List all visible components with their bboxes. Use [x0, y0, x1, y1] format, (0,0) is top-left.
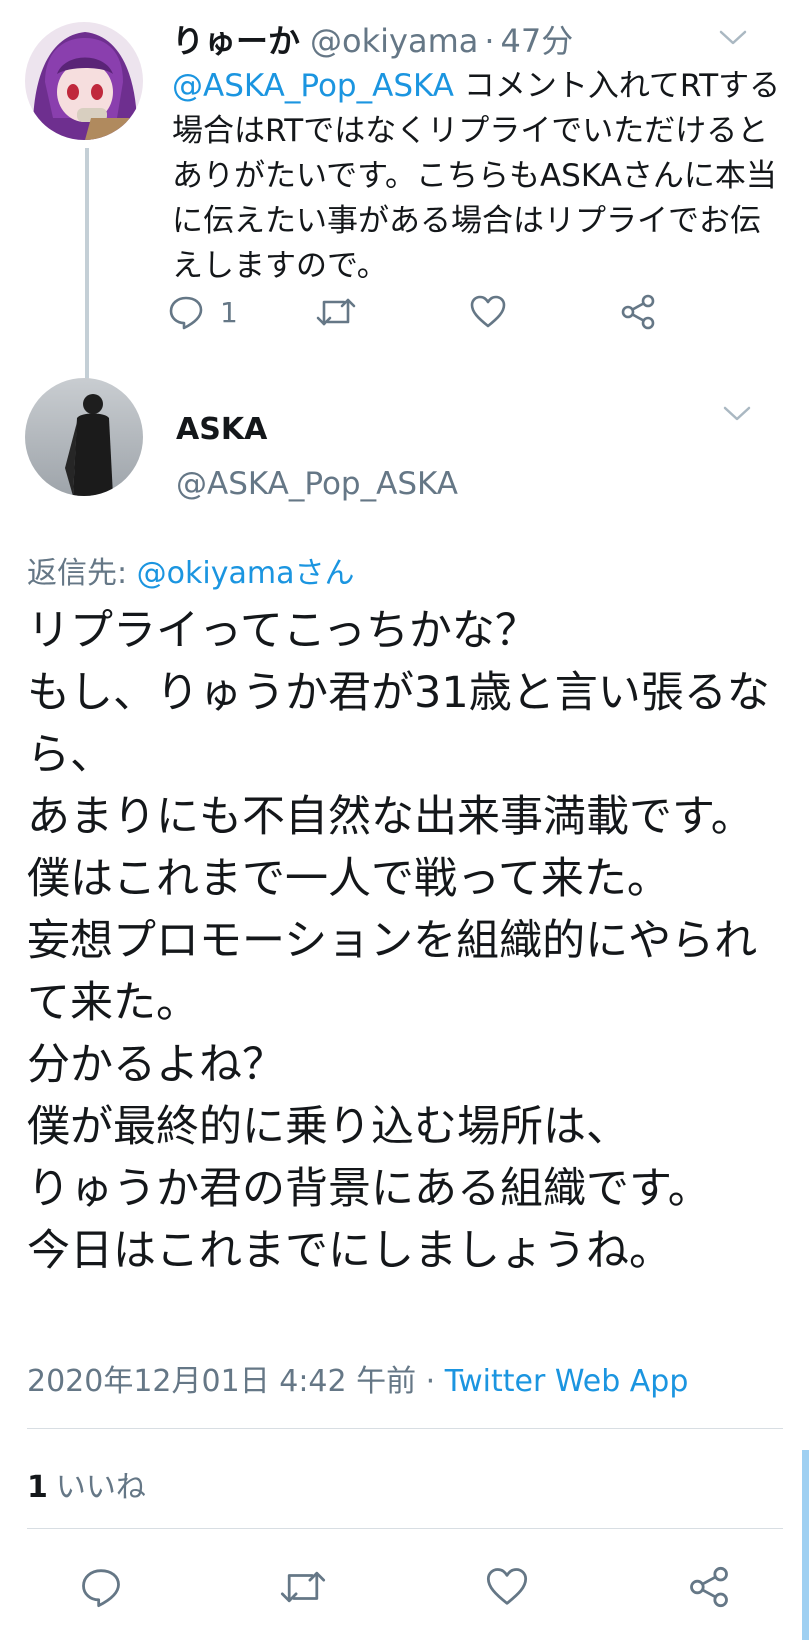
thread-line [85, 148, 89, 396]
parent-reply-button[interactable]: 1 [168, 294, 238, 330]
main-tweet-text: リプライってこっちかな？ もし、りゅうか君が31歳と言い張るなら、 あまりにも不… [27, 606, 770, 1276]
parent-separator: · [484, 22, 495, 60]
main-author-name[interactable]: ASKA [176, 412, 267, 447]
parent-like-button[interactable] [470, 294, 506, 330]
divider-top [27, 1428, 783, 1429]
parent-author-name[interactable]: りゅーか [172, 22, 300, 60]
retweet-icon [280, 1566, 326, 1608]
share-icon [688, 1566, 730, 1608]
parent-timestamp[interactable]: 47分 [501, 22, 574, 60]
parent-retweet-button[interactable] [316, 294, 356, 330]
reply-icon [80, 1566, 122, 1608]
parent-tweet-text: @ASKA_Pop_ASKA コメント入れてRTする場合はRTではなくリプライで… [172, 64, 782, 289]
source-app-link[interactable]: Twitter Web App [445, 1364, 689, 1399]
scrollbar[interactable] [802, 1450, 809, 1640]
main-avatar[interactable] [25, 378, 143, 496]
replying-to-link[interactable]: @okiyamaさん [137, 556, 355, 591]
parent-author-handle[interactable]: @okiyama [310, 22, 478, 60]
meta-separator: · [416, 1364, 445, 1399]
main-like-button[interactable] [486, 1566, 528, 1608]
likes-summary[interactable]: 1 いいね [27, 1462, 146, 1506]
parent-avatar[interactable] [25, 22, 143, 140]
replying-to-label: 返信先: [27, 556, 137, 591]
like-icon [470, 294, 506, 330]
replying-to: 返信先: @okiyamaさん [27, 548, 354, 592]
parent-mention-link[interactable]: @ASKA_Pop_ASKA [172, 68, 454, 104]
like-count: 1 [27, 1470, 48, 1505]
main-author-handle[interactable]: @ASKA_Pop_ASKA [176, 466, 458, 502]
like-icon [486, 1566, 528, 1608]
chevron-down-icon[interactable] [722, 404, 752, 424]
main-reply-button[interactable] [80, 1566, 122, 1608]
reply-icon [168, 294, 204, 330]
main-retweet-button[interactable] [280, 1566, 326, 1608]
tweet-timestamp[interactable]: 2020年12月01日 4:42 午前 [27, 1364, 416, 1399]
chevron-down-icon[interactable] [718, 28, 748, 48]
tweet-metadata: 2020年12月01日 4:42 午前 · Twitter Web App [27, 1356, 688, 1400]
like-label: いいね [55, 1470, 146, 1505]
share-icon [620, 294, 656, 330]
retweet-icon [316, 294, 356, 330]
main-share-button[interactable] [688, 1566, 730, 1608]
parent-share-button[interactable] [620, 294, 656, 330]
divider-bottom [27, 1528, 783, 1529]
parent-tweet-header: りゅーか @okiyama · 47分 [172, 20, 573, 62]
parent-reply-count: 1 [220, 295, 238, 329]
